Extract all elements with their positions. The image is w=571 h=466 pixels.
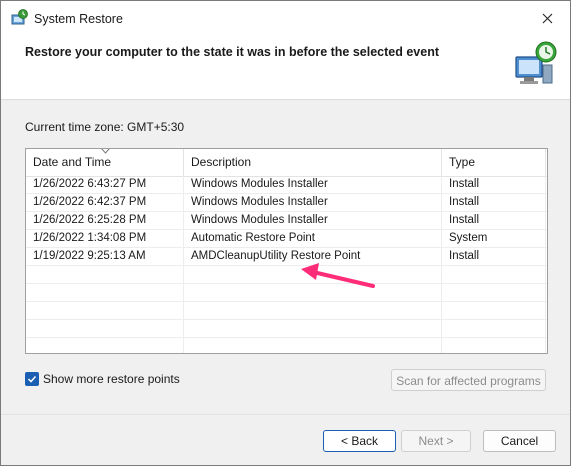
- computer-restore-icon: [515, 41, 557, 84]
- table-row[interactable]: 1/26/2022 6:43:27 PM Windows Modules Inst…: [26, 176, 547, 194]
- table-cell: 1/26/2022 6:43:27 PM: [26, 176, 184, 193]
- table-row[interactable]: 1/19/2022 9:25:13 AM AMDCleanupUtility Re…: [26, 248, 547, 266]
- empty-cell: [26, 266, 184, 283]
- column-label: Type: [449, 155, 476, 169]
- system-restore-icon: [11, 9, 28, 25]
- empty-cell: [442, 338, 546, 353]
- system-restore-window: System Restore Restore your computer to …: [0, 0, 571, 466]
- empty-table-row: [26, 320, 547, 338]
- empty-cell: [184, 338, 442, 353]
- sort-descending-icon: [101, 149, 110, 154]
- empty-cell: [26, 302, 184, 319]
- table-cell: System: [442, 230, 546, 247]
- scan-for-affected-programs-button[interactable]: Scan for affected programs: [391, 369, 546, 391]
- column-header-description[interactable]: Description: [184, 149, 442, 176]
- empty-cell: [26, 284, 184, 301]
- table-cell: Windows Modules Installer: [184, 212, 442, 229]
- list-header: Date and Time Description Type: [26, 149, 547, 177]
- window-title: System Restore: [34, 12, 123, 26]
- show-more-restore-points[interactable]: Show more restore points: [25, 371, 180, 387]
- annotation-arrow: [301, 263, 375, 288]
- empty-table-row: [26, 302, 547, 320]
- list-body: 1/26/2022 6:43:27 PM Windows Modules Inst…: [26, 176, 547, 353]
- empty-table-row: [26, 266, 547, 284]
- table-cell: 1/26/2022 6:42:37 PM: [26, 194, 184, 211]
- empty-cell: [442, 302, 546, 319]
- cancel-button[interactable]: Cancel: [483, 430, 556, 452]
- show-more-checkbox[interactable]: [25, 372, 39, 386]
- table-cell: 1/26/2022 6:25:28 PM: [26, 212, 184, 229]
- footer-divider: [1, 414, 570, 415]
- table-cell: Install: [442, 176, 546, 193]
- wizard-header: Restore your computer to the state it wa…: [1, 35, 570, 100]
- column-header-date-and-time[interactable]: Date and Time: [26, 149, 184, 176]
- table-cell: Windows Modules Installer: [184, 176, 442, 193]
- restore-points-list[interactable]: Date and Time Description Type 1/26/2022…: [25, 148, 548, 354]
- table-cell: Automatic Restore Point: [184, 230, 442, 247]
- header-heading: Restore your computer to the state it wa…: [25, 45, 439, 59]
- empty-cell: [184, 302, 442, 319]
- empty-cell: [184, 320, 442, 337]
- empty-cell: [26, 338, 184, 353]
- close-icon: [542, 13, 552, 23]
- table-cell: Install: [442, 248, 546, 265]
- next-button[interactable]: Next >: [401, 430, 471, 452]
- table-row[interactable]: 1/26/2022 1:34:08 PM Automatic Restore Po…: [26, 230, 547, 248]
- empty-cell: [26, 320, 184, 337]
- back-button[interactable]: < Back: [323, 430, 396, 452]
- close-button[interactable]: [524, 1, 570, 35]
- table-cell: Windows Modules Installer: [184, 194, 442, 211]
- empty-cell: [442, 284, 546, 301]
- table-row[interactable]: 1/26/2022 6:42:37 PM Windows Modules Inst…: [26, 194, 547, 212]
- current-time-zone-label: Current time zone: GMT+5:30: [25, 120, 185, 134]
- empty-cell: [442, 266, 546, 283]
- table-cell: Install: [442, 212, 546, 229]
- empty-cell: [442, 320, 546, 337]
- title-bar: System Restore: [1, 1, 570, 35]
- column-label: Description: [191, 155, 252, 169]
- empty-table-row: [26, 338, 547, 353]
- table-row[interactable]: 1/26/2022 6:25:28 PM Windows Modules Inst…: [26, 212, 547, 230]
- empty-table-row: [26, 284, 547, 302]
- show-more-label: Show more restore points: [43, 372, 180, 386]
- column-header-type[interactable]: Type: [442, 149, 546, 176]
- checkmark-icon: [27, 375, 37, 383]
- table-cell: 1/26/2022 1:34:08 PM: [26, 230, 184, 247]
- table-cell: 1/19/2022 9:25:13 AM: [26, 248, 184, 265]
- table-cell: Install: [442, 194, 546, 211]
- column-label: Date and Time: [33, 155, 112, 169]
